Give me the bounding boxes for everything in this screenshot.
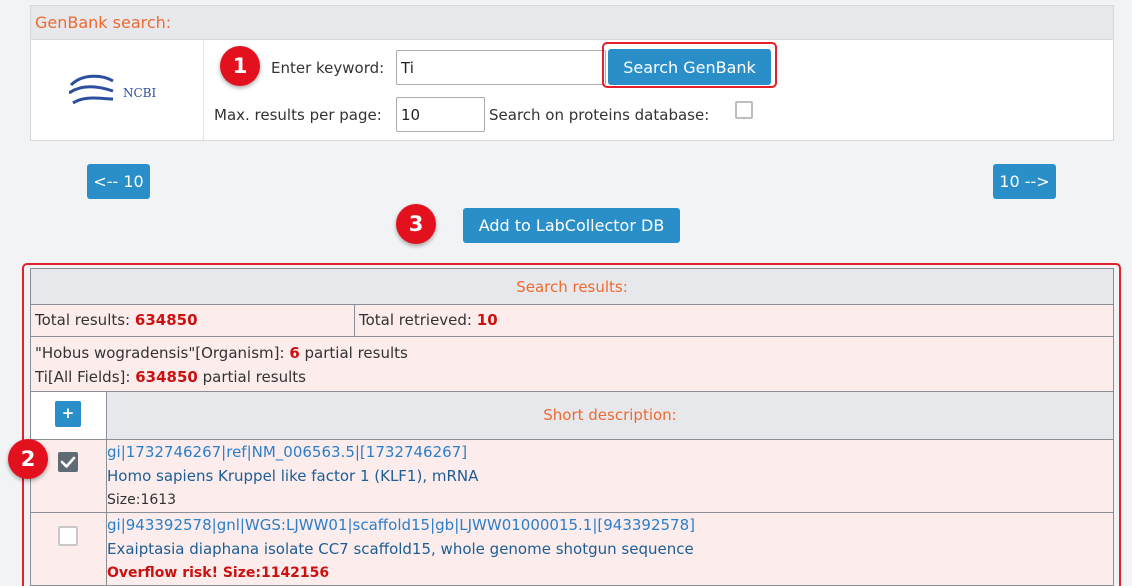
partial-result-line: Ti[All Fields]: 634850 partial results (35, 365, 1109, 389)
results-header: Search results: (31, 269, 1113, 305)
proteins-db-label: Search on proteins database: (489, 106, 710, 124)
checkmark-icon (60, 456, 76, 468)
partial-label: "Hobus wogradensis"[Organism]: (35, 344, 285, 362)
logo-cell: NCBI (31, 40, 204, 140)
select-all-plus-button[interactable]: + (55, 401, 81, 427)
sequence-size: Size:1613 (107, 492, 177, 508)
select-column-header: + (31, 392, 107, 439)
row-check-cell (31, 513, 107, 585)
step-badge-1: 1 (220, 46, 260, 86)
add-to-labcollector-button[interactable]: Add to LabCollector DB (463, 208, 680, 243)
total-results-label: Total results: (35, 311, 131, 329)
genbank-id-link[interactable]: gi|1732746267|ref|NM_006563.5|[173274626… (107, 440, 1113, 464)
svg-text:NCBI: NCBI (123, 86, 157, 100)
search-results-table: Search results: Total results: 634850 To… (30, 268, 1114, 586)
prev-page-button[interactable]: <-- 10 (87, 164, 150, 199)
row-description: gi|943392578|gnl|WGS:LJWW01|scaffold15|g… (107, 513, 1113, 585)
total-retrieved-cell: Total retrieved: 10 (355, 305, 498, 336)
panel-header: GenBank search: (31, 6, 1113, 40)
short-description-header: Short description: (107, 392, 1113, 439)
table-row: gi|1732746267|ref|NM_006563.5|[173274626… (31, 440, 1113, 513)
genbank-search-panel: GenBank search: NCBI Enter keyword: Sear… (30, 5, 1114, 141)
total-retrieved-label: Total retrieved: (359, 311, 472, 329)
overflow-risk-size: Overflow risk! Size:1142156 (107, 565, 330, 581)
partial-result-line: "Hobus wogradensis"[Organism]: 6 partial… (35, 341, 1109, 365)
row-checkbox-checked[interactable] (58, 452, 78, 472)
partial-suffix: partial results (202, 368, 306, 386)
sequence-title: Homo sapiens Kruppel like factor 1 (KLF1… (107, 467, 479, 485)
partial-suffix: partial results (304, 344, 408, 362)
next-page-button[interactable]: 10 --> (993, 164, 1056, 199)
column-header-row: + Short description: (31, 392, 1113, 440)
table-row: gi|943392578|gnl|WGS:LJWW01|scaffold15|g… (31, 513, 1113, 585)
partial-results-row: "Hobus wogradensis"[Organism]: 6 partial… (31, 337, 1113, 392)
totals-row: Total results: 634850 Total retrieved: 1… (31, 305, 1113, 337)
partial-value: 634850 (135, 368, 198, 386)
total-results-cell: Total results: 634850 (31, 305, 355, 336)
keyword-label: Enter keyword: (271, 59, 385, 77)
ncbi-logo-icon: NCBI (69, 74, 157, 105)
partial-value: 6 (289, 344, 300, 362)
partial-label: Ti[All Fields]: (35, 368, 131, 386)
row-checkbox-unchecked[interactable] (58, 526, 78, 546)
step-badge-2: 2 (8, 439, 48, 479)
search-button-highlight (602, 42, 777, 88)
total-retrieved-value: 10 (476, 311, 498, 329)
genbank-id-link[interactable]: gi|943392578|gnl|WGS:LJWW01|scaffold15|g… (107, 513, 1113, 537)
row-description: gi|1732746267|ref|NM_006563.5|[173274626… (107, 440, 1113, 512)
proteins-db-checkbox[interactable] (735, 101, 753, 119)
total-results-value: 634850 (134, 311, 198, 329)
keyword-input[interactable] (396, 50, 606, 85)
sequence-title: Exaiptasia diaphana isolate CC7 scaffold… (107, 540, 694, 558)
max-results-label: Max. results per page: (214, 106, 382, 124)
max-results-input[interactable] (396, 97, 485, 132)
step-badge-3: 3 (396, 204, 436, 244)
